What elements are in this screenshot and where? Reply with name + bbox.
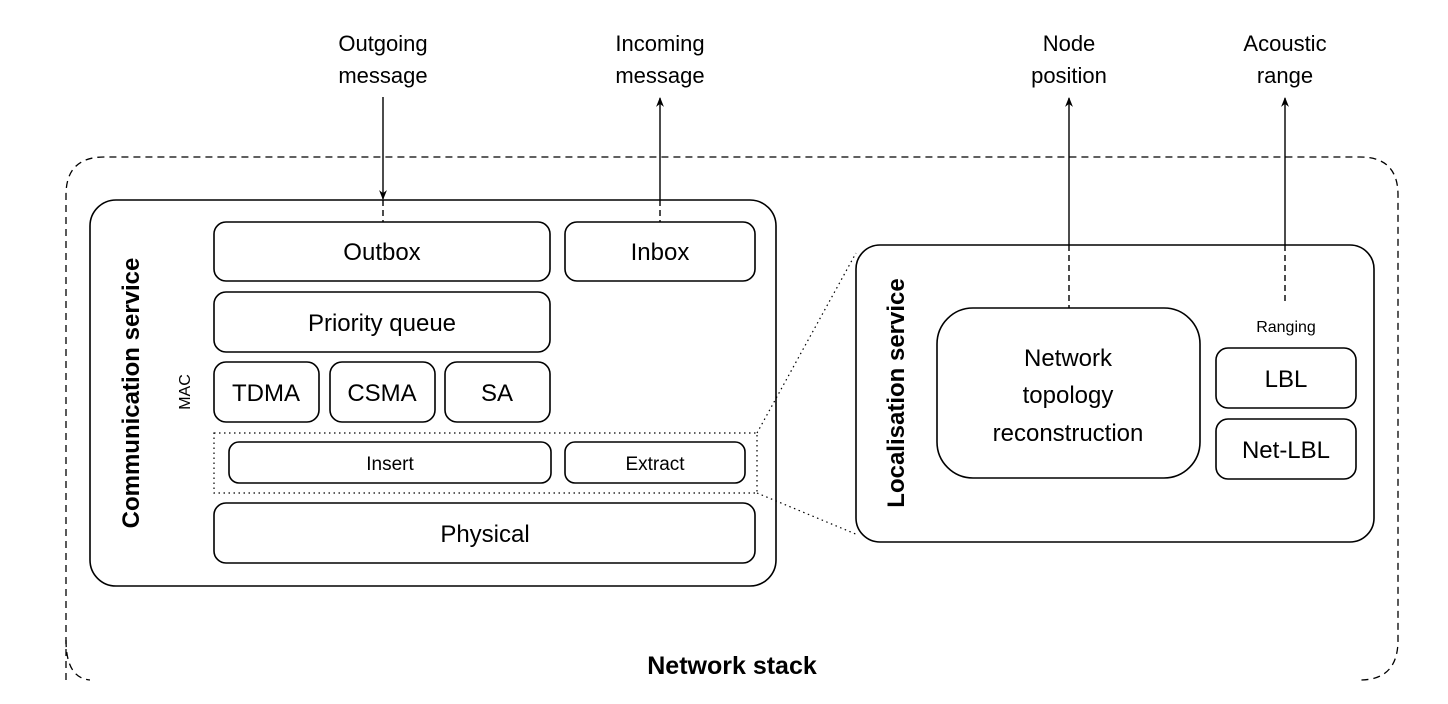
topology-reconstruction-block: Network topology reconstruction: [936, 307, 1201, 479]
node-position-label-line1: Node: [1043, 31, 1096, 56]
physical-label: Physical: [440, 521, 529, 548]
network-stack-container-bottom-left: [65, 639, 91, 681]
incoming-message-label-line2: message: [615, 63, 704, 88]
incoming-message-label-line1: Incoming: [615, 31, 704, 56]
acoustic-range-label-line1: Acoustic: [1243, 31, 1326, 56]
insert-block: Insert: [228, 441, 552, 484]
inbox-block: Inbox: [564, 221, 756, 282]
mac-protocol-label: CSMA: [347, 380, 416, 407]
localisation-service-title: Localisation service: [883, 278, 910, 507]
outbox-label: Outbox: [343, 239, 420, 266]
mac-protocol-label: TDMA: [232, 380, 300, 407]
topology-label-line2: topology: [1023, 382, 1114, 409]
topology-label-line3: reconstruction: [993, 420, 1144, 447]
priority-queue-label: Priority queue: [308, 310, 456, 337]
topology-label-line1: Network: [1024, 345, 1113, 372]
physical-block: Physical: [213, 502, 756, 564]
ranging-method-net-lbl: Net-LBL: [1215, 418, 1357, 480]
mac-protocol-label: SA: [481, 380, 513, 407]
ranging-method-label: LBL: [1265, 366, 1308, 393]
outgoing-message-label-line1: Outgoing: [338, 31, 427, 56]
insert-label: Insert: [366, 454, 414, 475]
extract-block: Extract: [564, 441, 746, 484]
mac-label: MAC: [177, 374, 194, 410]
extract-label: Extract: [625, 454, 685, 475]
network-stack-title: Network stack: [647, 652, 817, 680]
network-stack-diagram: Network stack Communication service MAC …: [65, 31, 1399, 681]
mac-protocol-csma: CSMA: [329, 361, 436, 423]
acoustic-range-label-line2: range: [1257, 63, 1313, 88]
ranging-method-lbl: LBL: [1215, 347, 1357, 409]
outgoing-message-label-line2: message: [338, 63, 427, 88]
communication-service-title: Communication service: [118, 258, 145, 529]
inbox-label: Inbox: [631, 239, 690, 266]
ranging-method-label: Net-LBL: [1242, 437, 1330, 464]
mac-protocol-sa: SA: [444, 361, 551, 423]
mac-protocol-tdma: TDMA: [213, 361, 320, 423]
priority-queue-block: Priority queue: [213, 291, 551, 353]
outbox-block: Outbox: [213, 221, 551, 282]
ranging-label: Ranging: [1256, 319, 1316, 336]
node-position-label-line2: position: [1031, 63, 1107, 88]
